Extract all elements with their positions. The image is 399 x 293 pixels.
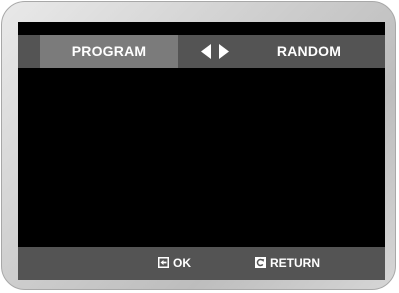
ok-hint[interactable]: OK: [158, 247, 191, 280]
osd-screen: PROGRAM RANDOM OK RETURN: [18, 22, 385, 280]
footer-bar: OK RETURN: [18, 247, 385, 280]
tab-random[interactable]: RANDOM: [251, 35, 367, 68]
return-icon: [255, 257, 266, 268]
mode-selection-bar: PROGRAM RANDOM: [18, 35, 385, 68]
tv-bezel: PROGRAM RANDOM OK RETURN: [1, 1, 396, 290]
right-arrow-icon[interactable]: [219, 44, 229, 59]
left-right-arrows-icon[interactable]: [198, 35, 234, 68]
return-label: RETURN: [270, 256, 320, 270]
enter-icon: [158, 257, 169, 268]
tab-program[interactable]: PROGRAM: [40, 35, 178, 68]
left-arrow-icon[interactable]: [201, 44, 211, 59]
return-hint[interactable]: RETURN: [255, 247, 320, 280]
ok-label: OK: [173, 256, 191, 270]
